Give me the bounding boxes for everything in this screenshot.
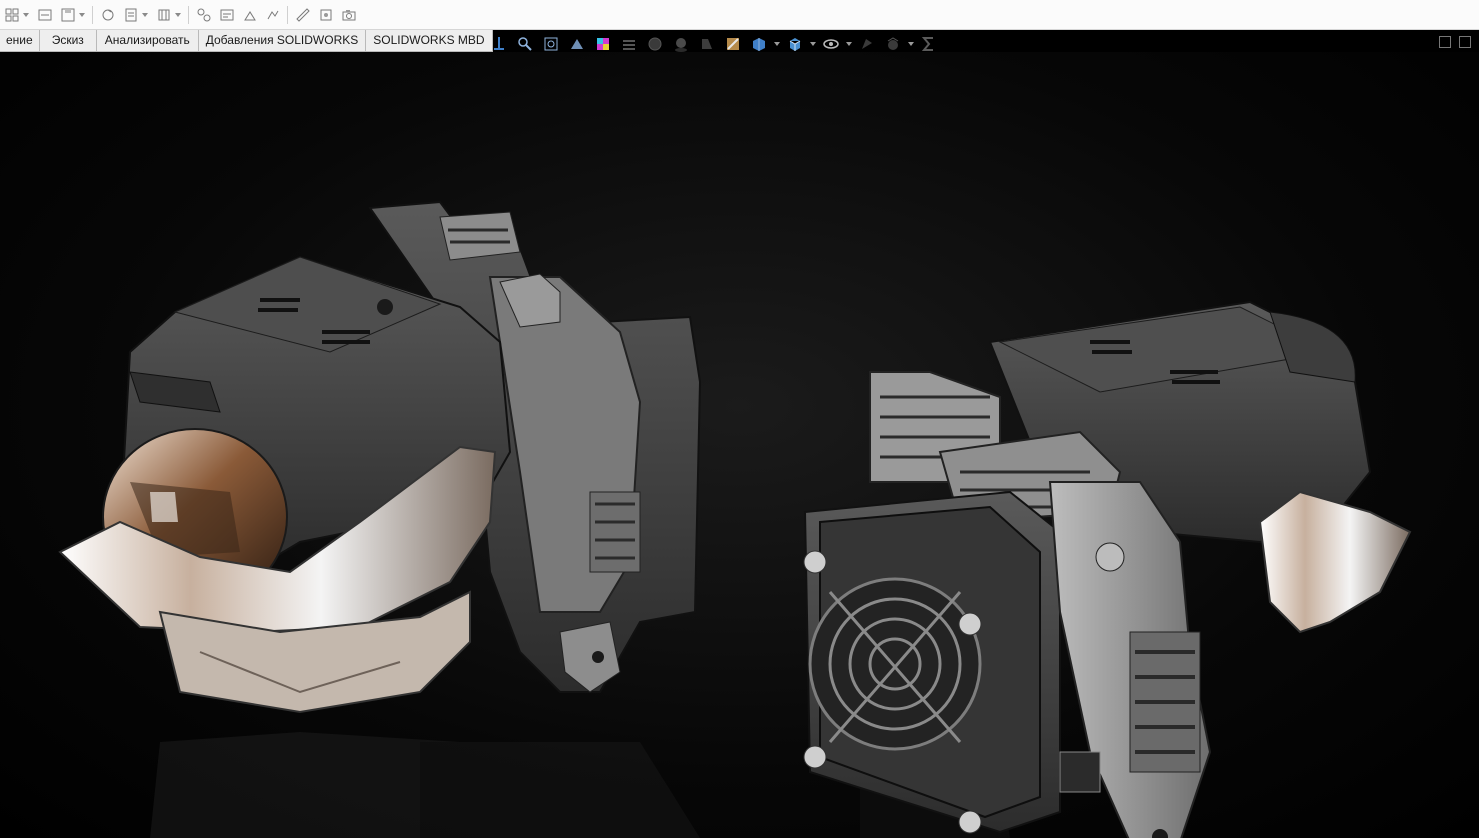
expand-panel-icon[interactable] [1459, 36, 1471, 48]
scene-caret[interactable] [908, 42, 914, 46]
file-properties-icon[interactable] [123, 7, 139, 23]
properties-dropdown-caret[interactable] [142, 12, 148, 17]
rebuild-icon[interactable] [100, 7, 116, 23]
toolbar-separator [287, 5, 288, 24]
hide-show-caret[interactable] [846, 42, 852, 46]
sum-icon[interactable] [920, 35, 938, 53]
appearance-icon[interactable] [858, 35, 876, 53]
smart-dimension-icon[interactable] [219, 7, 235, 23]
tab-features[interactable]: ение [0, 30, 40, 51]
section-view-icon[interactable] [568, 35, 586, 53]
select-icon[interactable] [196, 7, 212, 23]
display-style-caret[interactable] [774, 42, 780, 46]
mass-properties-icon[interactable] [318, 7, 334, 23]
command-toolbar [0, 0, 1479, 30]
hide-show-icon[interactable] [822, 35, 840, 53]
options-dropdown-caret[interactable] [175, 12, 181, 17]
toolbar-separator [92, 5, 93, 24]
new-dropdown-caret[interactable] [23, 12, 29, 17]
zoom-to-area-icon[interactable] [516, 35, 534, 53]
new-document-icon[interactable] [4, 7, 20, 23]
cartoon-icon[interactable] [724, 35, 742, 53]
options-icon[interactable] [156, 7, 172, 23]
graphics-viewport[interactable] [0, 52, 1479, 838]
view-orientation-icon[interactable] [786, 35, 804, 53]
screen-capture-icon[interactable] [341, 7, 357, 23]
previous-view-icon[interactable] [542, 35, 560, 53]
panel-buttons [1439, 36, 1471, 48]
3d-model-render [58, 200, 1412, 838]
toolbar-separator [188, 5, 189, 24]
evaluate-icon[interactable] [265, 7, 281, 23]
open-icon[interactable] [37, 7, 53, 23]
collapse-panel-icon[interactable] [1439, 36, 1451, 48]
perspective-icon[interactable] [698, 35, 716, 53]
view-settings-icon[interactable] [594, 35, 612, 53]
view-orientation-caret[interactable] [810, 42, 816, 46]
display-style-icon[interactable] [750, 35, 768, 53]
tab-sketch[interactable]: Эскиз [39, 30, 97, 51]
save-dropdown-caret[interactable] [79, 12, 85, 17]
ambient-occlusion-icon[interactable] [672, 35, 690, 53]
tab-solidworks-mbd[interactable]: SOLIDWORKS MBD [366, 30, 493, 51]
scene-icon[interactable] [884, 35, 902, 53]
zoom-to-fit-icon[interactable] [490, 35, 508, 53]
command-manager-tabs: ение Эскиз Анализировать Добавления SOLI… [0, 30, 493, 52]
tab-evaluate[interactable]: Анализировать [96, 30, 199, 51]
relations-icon[interactable] [242, 7, 258, 23]
projector-module-left [58, 200, 702, 714]
projector-module-right [803, 300, 1412, 838]
measure-icon[interactable] [295, 7, 311, 23]
save-icon[interactable] [60, 7, 76, 23]
realview-icon[interactable] [620, 35, 638, 53]
tab-solidworks-addins[interactable]: Добавления SOLIDWORKS [198, 30, 367, 51]
shadows-icon[interactable] [646, 35, 664, 53]
